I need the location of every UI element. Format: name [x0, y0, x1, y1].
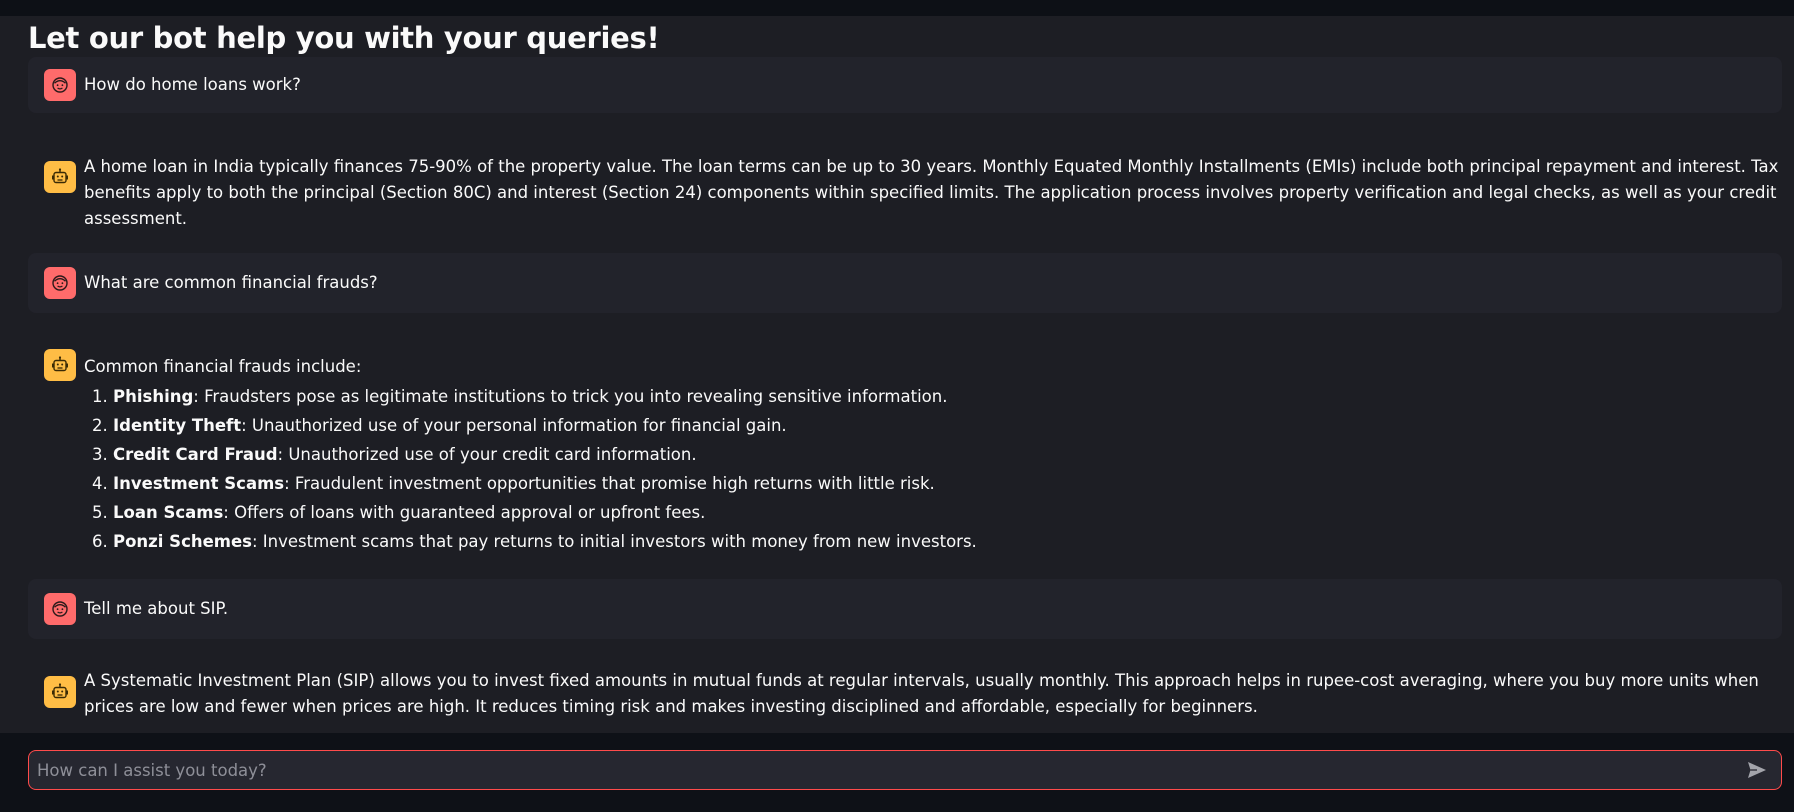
message-text: A home loan in India typically finances … [84, 157, 1779, 228]
robot-icon [52, 168, 68, 184]
chat-input[interactable] [37, 751, 1727, 789]
user-avatar [44, 593, 76, 625]
list-item: Loan Scams: Offers of loans with guarant… [113, 498, 1782, 527]
fraud-list: Phishing: Fraudsters pose as legitimate … [84, 382, 1782, 556]
list-item-desc: : Investment scams that pay returns to i… [252, 532, 977, 551]
send-button[interactable] [1741, 755, 1773, 785]
list-item-term: Phishing [113, 387, 194, 406]
list-item: Phishing: Fraudsters pose as legitimate … [113, 382, 1782, 411]
message-text: Tell me about SIP. [84, 599, 229, 618]
message-text: Common financial frauds include: Phishin… [84, 354, 1782, 556]
list-item-term: Investment Scams [113, 474, 285, 493]
bot-avatar [44, 676, 76, 708]
chat-message-assistant: Common financial frauds include: Phishin… [28, 329, 1782, 569]
list-item-term: Credit Card Fraud [113, 445, 278, 464]
robot-icon [52, 356, 68, 372]
message-text: How do home loans work? [84, 75, 301, 94]
chat-message-user: What are common financial frauds? [28, 253, 1782, 313]
list-item: Identity Theft: Unauthorized use of your… [113, 411, 1782, 440]
list-item-desc: : Fraudsters pose as legitimate institut… [193, 387, 948, 406]
message-text: A Systematic Investment Plan (SIP) allow… [84, 671, 1759, 716]
list-item-term: Identity Theft [113, 416, 242, 435]
bot-avatar [44, 349, 76, 381]
robot-icon [52, 683, 68, 699]
list-item-term: Ponzi Schemes [113, 532, 252, 551]
user-avatar [44, 69, 76, 101]
main-content: Let our bot help you with your queries! … [0, 16, 1794, 733]
chat-message-assistant: A home loan in India typically finances … [28, 129, 1782, 228]
send-icon [1748, 762, 1766, 778]
list-intro: Common financial frauds include: [84, 357, 362, 376]
top-header-bar [0, 0, 1794, 16]
list-item-desc: : Unauthorized use of your personal info… [241, 416, 787, 435]
message-text: What are common financial frauds? [84, 273, 378, 292]
chat-message-assistant: A Systematic Investment Plan (SIP) allow… [28, 656, 1782, 733]
face-icon [52, 275, 68, 291]
page-title: Let our bot help you with your queries! [28, 21, 660, 55]
chat-input-bar [0, 733, 1794, 812]
list-item: Ponzi Schemes: Investment scams that pay… [113, 527, 1782, 556]
bot-avatar [44, 161, 76, 193]
list-item: Investment Scams: Fraudulent investment … [113, 469, 1782, 498]
face-icon [52, 601, 68, 617]
list-item-desc: : Fraudulent investment opportunities th… [284, 474, 935, 493]
list-item: Credit Card Fraud: Unauthorized use of y… [113, 440, 1782, 469]
list-item-desc: : Offers of loans with guaranteed approv… [223, 503, 706, 522]
face-icon [52, 77, 68, 93]
chat-message-user: Tell me about SIP. [28, 579, 1782, 639]
chat-message-user: How do home loans work? [28, 57, 1782, 113]
chat-input-container [28, 750, 1782, 790]
list-item-term: Loan Scams [113, 503, 224, 522]
user-avatar [44, 267, 76, 299]
list-item-desc: : Unauthorized use of your credit card i… [277, 445, 697, 464]
